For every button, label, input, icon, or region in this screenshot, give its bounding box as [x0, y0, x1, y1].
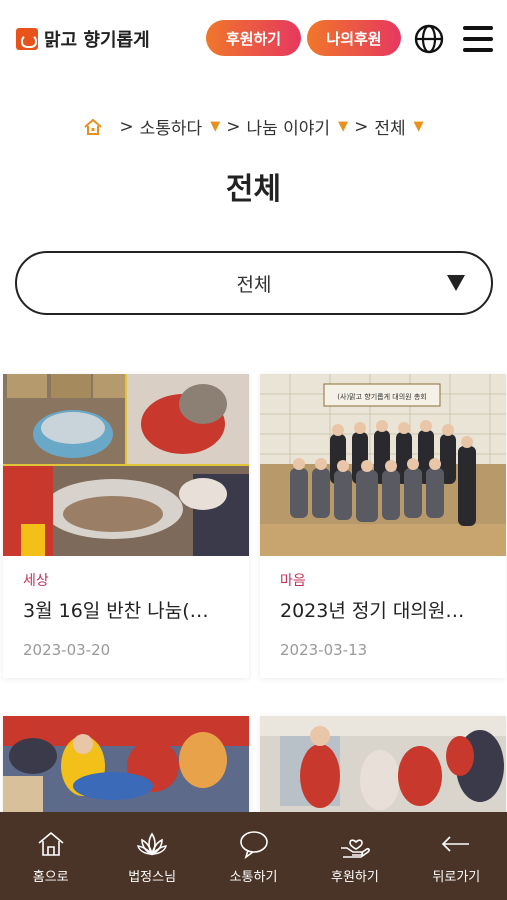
- category-filter-select[interactable]: 전체: [15, 251, 493, 315]
- breadcrumb-item-all[interactable]: 전체: [374, 114, 405, 139]
- chevron-down-icon: [447, 275, 465, 291]
- post-category: 세상: [23, 573, 49, 589]
- dropdown-triangle-icon[interactable]: ▼: [414, 119, 424, 134]
- category-filter-value: 전체: [236, 273, 272, 296]
- nav-communicate[interactable]: 소통하기: [203, 812, 304, 900]
- nav-back-label: 뒤로가기: [432, 870, 481, 885]
- logo-text: 맑고 향기롭게: [44, 30, 150, 51]
- photo-banner-text: (사)맑고 향기롭게 대의원 총회: [337, 392, 426, 401]
- home-icon: [38, 831, 64, 856]
- heart-hand-icon: [340, 839, 370, 858]
- bottom-navigation: 홈으로 법정스님 소통하기 후원하기 뒤로가기: [0, 812, 507, 900]
- hamburger-menu-icon[interactable]: [463, 26, 493, 52]
- header: 맑고 향기롭게 후원하기 나의후원: [0, 0, 507, 78]
- nav-beopjeong-label: 법정스님: [128, 870, 177, 885]
- nav-back[interactable]: 뒤로가기: [406, 812, 507, 900]
- post-date: 2023-03-20: [23, 641, 111, 659]
- breadcrumb-separator: >: [226, 116, 241, 137]
- breadcrumb-item-communicate[interactable]: 소통하다: [140, 114, 203, 139]
- back-arrow-icon: [442, 836, 470, 852]
- nav-support[interactable]: 후원하기: [304, 812, 405, 900]
- page-title: 전체: [225, 172, 282, 207]
- breadcrumb-separator: >: [354, 116, 369, 137]
- breadcrumb: > 소통하다 ▼ > 나눔 이야기 ▼ > 전체 ▼: [0, 114, 507, 139]
- post-thumbnail[interactable]: [3, 374, 249, 556]
- support-button[interactable]: 후원하기: [206, 20, 301, 56]
- globe-icon[interactable]: [414, 24, 444, 54]
- breadcrumb-item-sharing-story[interactable]: 나눔 이야기: [246, 114, 330, 139]
- post-card[interactable]: 세상 3월 16일 반찬 나눔(… 2023-03-20: [3, 374, 249, 678]
- dropdown-triangle-icon[interactable]: ▼: [338, 119, 348, 134]
- post-thumbnail[interactable]: (사)맑고 향기롭게 대의원 총회: [260, 374, 506, 556]
- post-card[interactable]: (사)맑고 향기롭게 대의원 총회 마음 2023년 정기 대의원… 2023-…: [260, 374, 506, 678]
- post-title[interactable]: 3월 16일 반찬 나눔(…: [23, 596, 229, 623]
- nav-beopjeong[interactable]: 법정스님: [101, 812, 202, 900]
- nav-home[interactable]: 홈으로: [0, 812, 101, 900]
- logo-mark-icon: [16, 28, 38, 50]
- post-category: 마음: [280, 573, 306, 589]
- dropdown-triangle-icon[interactable]: ▼: [210, 119, 220, 134]
- my-support-button[interactable]: 나의후원: [307, 20, 401, 56]
- logo[interactable]: 맑고 향기롭게: [16, 26, 150, 52]
- home-icon[interactable]: [83, 117, 103, 137]
- nav-home-label: 홈으로: [32, 870, 69, 885]
- breadcrumb-separator: >: [119, 116, 134, 137]
- nav-communicate-label: 소통하기: [229, 870, 278, 885]
- post-date: 2023-03-13: [280, 641, 368, 659]
- chat-bubble-icon: [239, 831, 268, 859]
- lotus-icon: [137, 832, 168, 856]
- nav-support-label: 후원하기: [331, 870, 379, 885]
- post-title[interactable]: 2023년 정기 대의원…: [280, 596, 486, 623]
